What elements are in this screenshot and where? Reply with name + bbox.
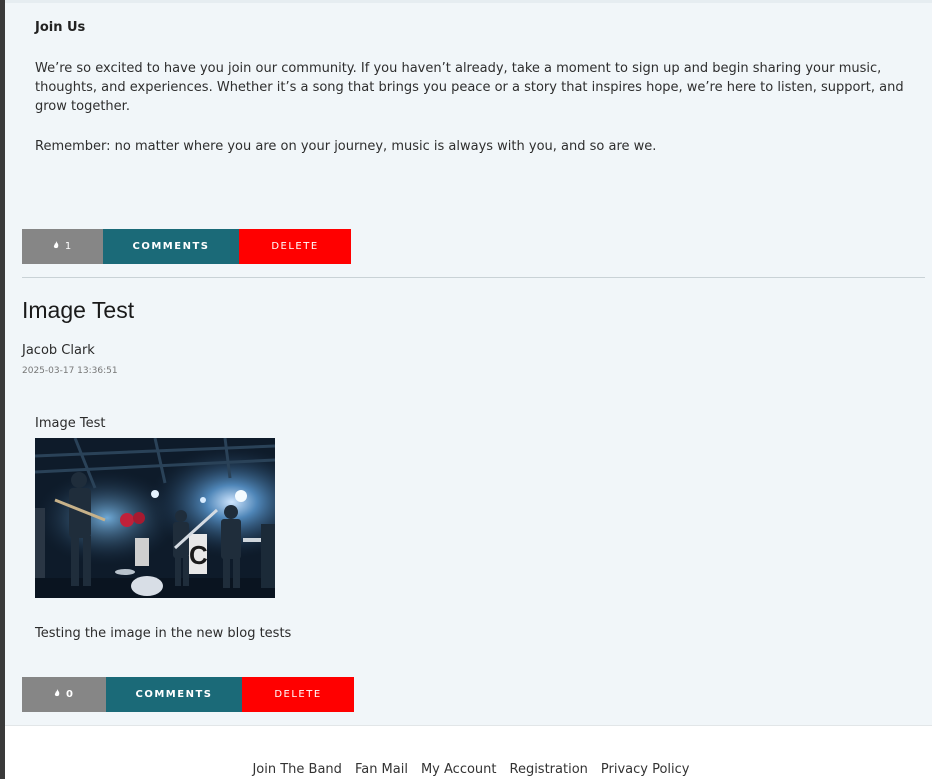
footer-nav: Join The Band Fan Mail My Account Regist… [0, 762, 932, 777]
footer-link-join-the-band[interactable]: Join The Band [252, 762, 341, 777]
comments-button[interactable]: COMMENTS [106, 677, 242, 712]
blog-feed: Join Us We’re so excited to have you joi… [5, 0, 932, 725]
image-caption: Image Test [35, 416, 106, 431]
delete-button[interactable]: DELETE [242, 677, 354, 712]
post-action-bar: 0 COMMENTS DELETE [22, 677, 354, 712]
top-shade [5, 0, 932, 3]
post-date: 2025-03-17 13:36:51 [22, 366, 118, 376]
post-title: Image Test [22, 297, 135, 323]
like-button[interactable]: 1 [22, 229, 103, 264]
post-author[interactable]: Jacob Clark [22, 343, 95, 358]
post-heading: Join Us [35, 20, 86, 35]
flame-icon [54, 689, 60, 700]
footer-link-fan-mail[interactable]: Fan Mail [355, 762, 408, 777]
post-action-bar: 1 COMMENTS DELETE [22, 229, 351, 264]
footer-link-privacy-policy[interactable]: Privacy Policy [601, 762, 690, 777]
post-divider [22, 277, 925, 278]
post-text: Testing the image in the new blog tests [35, 626, 292, 641]
flame-icon [53, 241, 59, 252]
like-button[interactable]: 0 [22, 677, 106, 712]
footer-divider [5, 725, 932, 726]
post-paragraph: We’re so excited to have you join our co… [35, 61, 904, 114]
delete-button[interactable]: DELETE [239, 229, 351, 264]
footer-link-registration[interactable]: Registration [510, 762, 588, 777]
post-paragraph: Remember: no matter where you are on you… [35, 139, 657, 154]
concert-photo: C [35, 438, 275, 598]
like-count: 1 [64, 241, 73, 252]
footer-link-my-account[interactable]: My Account [421, 762, 497, 777]
svg-text:C: C [189, 540, 208, 570]
like-count: 0 [66, 689, 74, 700]
comments-button[interactable]: COMMENTS [103, 229, 239, 264]
